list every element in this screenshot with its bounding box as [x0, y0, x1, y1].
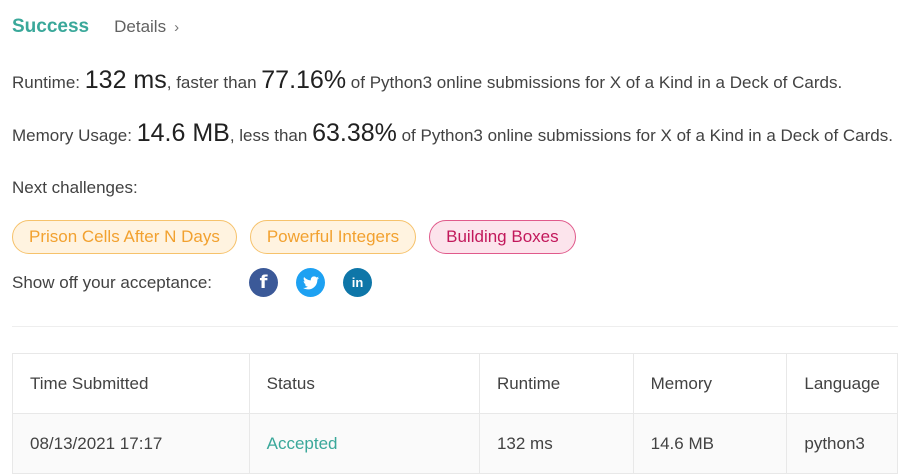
section-divider — [12, 326, 898, 327]
memory-summary: Memory Usage: 14.6 MB, less than 63.38% … — [12, 119, 893, 148]
share-row: Show off your acceptance: f in — [12, 268, 390, 297]
runtime-summary: Runtime: 132 ms, faster than 77.16% of P… — [12, 66, 842, 95]
twitter-icon[interactable] — [296, 268, 325, 297]
chevron-right-icon: › — [174, 18, 180, 36]
result-header: Success Details › — [12, 16, 179, 38]
success-status: Success — [12, 16, 90, 37]
runtime-comparison: , faster than — [166, 73, 257, 92]
challenge-chip-building-boxes[interactable]: Building Boxes — [429, 220, 576, 254]
submissions-table: Time Submitted Status Runtime Memory Lan… — [12, 353, 898, 474]
cell-memory: 14.6 MB — [632, 413, 788, 474]
header-time-submitted[interactable]: Time Submitted — [12, 353, 250, 414]
runtime-value: 132 ms — [84, 66, 167, 94]
header-language[interactable]: Language — [786, 353, 898, 414]
header-memory[interactable]: Memory — [632, 353, 788, 414]
cell-runtime: 132 ms — [478, 413, 634, 474]
header-status[interactable]: Status — [248, 353, 480, 414]
memory-percent: 63.38% — [312, 119, 397, 147]
submission-result-page: Success Details › Runtime: 132 ms, faste… — [0, 0, 903, 476]
memory-comparison: , less than — [229, 126, 308, 145]
linkedin-icon[interactable]: in — [343, 268, 372, 297]
memory-label: Memory Usage: — [12, 126, 132, 145]
table-row: 08/13/2021 17:17 Accepted 132 ms 14.6 MB… — [12, 413, 898, 474]
runtime-suffix: of Python3 online submissions for X of a… — [350, 73, 843, 92]
header-runtime[interactable]: Runtime — [478, 353, 634, 414]
challenge-chip-prison-cells[interactable]: Prison Cells After N Days — [12, 220, 237, 254]
memory-suffix: of Python3 online submissions for X of a… — [401, 126, 893, 145]
next-challenges-list: Prison Cells After N Days Powerful Integ… — [12, 220, 576, 254]
cell-language: python3 — [786, 413, 898, 474]
challenge-chip-powerful-integers[interactable]: Powerful Integers — [249, 220, 417, 254]
table-header-row: Time Submitted Status Runtime Memory Lan… — [12, 353, 898, 414]
share-label: Show off your acceptance: — [12, 272, 213, 292]
next-challenges-label: Next challenges: — [12, 178, 138, 197]
cell-status-link[interactable]: Accepted — [248, 413, 480, 474]
runtime-label: Runtime: — [12, 73, 81, 92]
memory-value: 14.6 MB — [136, 119, 230, 147]
runtime-percent: 77.16% — [261, 66, 347, 94]
details-link[interactable]: Details › — [114, 17, 179, 37]
details-label: Details — [114, 17, 167, 36]
facebook-icon[interactable]: f — [249, 268, 278, 297]
cell-time-submitted: 08/13/2021 17:17 — [12, 413, 250, 474]
